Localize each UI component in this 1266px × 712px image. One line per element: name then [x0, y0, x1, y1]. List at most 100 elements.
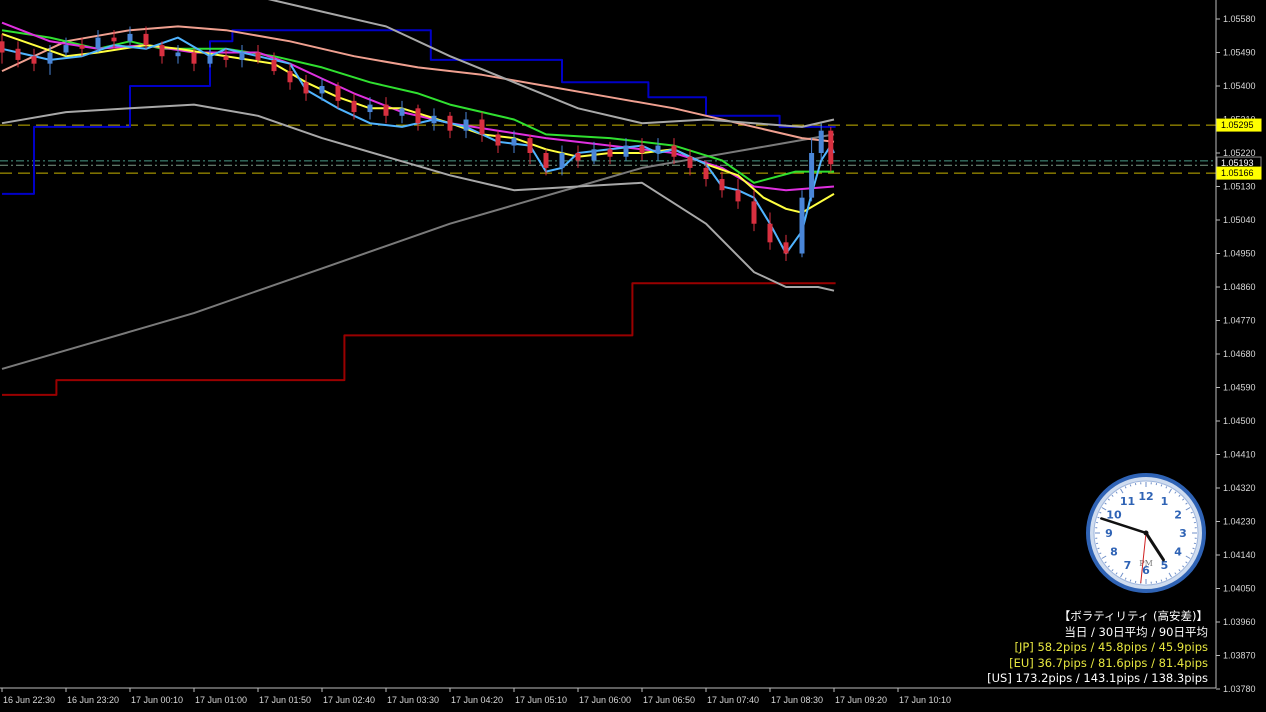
y-tick-label: 1.05400	[1223, 81, 1256, 91]
volatility-panel: 【ボラティリティ (高安差)】 当日 / 30日平均 / 90日平均 [JP] …	[987, 609, 1208, 687]
x-tick-label: 17 Jun 10:10	[899, 695, 951, 705]
clock-tick	[1160, 484, 1163, 487]
clock-number: 7	[1124, 559, 1132, 572]
candle-body	[447, 115, 453, 131]
candle-body	[479, 119, 485, 135]
x-tick-label: 17 Jun 08:30	[771, 695, 823, 705]
clock-number: 8	[1110, 546, 1118, 559]
y-tick-label: 1.05580	[1223, 14, 1256, 24]
candle-body	[367, 104, 373, 113]
candle-body	[159, 45, 165, 57]
candle-body	[543, 153, 549, 168]
candle-body	[575, 153, 581, 161]
clock-center	[1143, 530, 1149, 536]
x-tick-label: 17 Jun 06:00	[579, 695, 631, 705]
candle-body	[828, 130, 834, 165]
candle-body	[79, 45, 85, 49]
y-tick-label: 1.04680	[1223, 349, 1256, 359]
candle-body	[383, 104, 389, 116]
candle-body	[559, 153, 565, 168]
x-tick-label: 17 Jun 02:40	[323, 695, 375, 705]
clock-number: 9	[1105, 527, 1113, 540]
x-tick-label: 17 Jun 00:10	[131, 695, 183, 705]
candle-body	[639, 145, 645, 153]
price-marker-label: 1.05295	[1221, 120, 1254, 130]
volatility-row-jp: [JP] 58.2pips / 45.8pips / 45.9pips	[1014, 640, 1208, 654]
y-tick-label: 1.03780	[1223, 684, 1256, 694]
indicator-line	[2, 282, 836, 396]
x-tick-label: 17 Jun 01:00	[195, 695, 247, 705]
y-tick-label: 1.04950	[1223, 249, 1256, 259]
y-tick-label: 1.04500	[1223, 416, 1256, 426]
clock-tick	[1129, 579, 1132, 582]
indicator-line	[1, 103, 835, 292]
clock-number: 3	[1179, 527, 1187, 540]
x-tick-label: 17 Jun 09:20	[835, 695, 887, 705]
candle-body	[671, 145, 677, 157]
candle-body	[287, 71, 293, 83]
y-tick-label: 1.05040	[1223, 215, 1256, 225]
candle-body	[719, 179, 725, 191]
volatility-row-eu: [EU] 36.7pips / 81.6pips / 81.4pips	[1009, 655, 1208, 670]
x-tick-label: 16 Jun 23:20	[67, 695, 119, 705]
analog-clock: 12 1234567891011PM	[1086, 473, 1206, 593]
clock-number: 4	[1174, 546, 1182, 559]
price-marker-label: 1.05166	[1221, 168, 1254, 178]
y-tick-label: 1.03870	[1223, 651, 1256, 661]
candle-body	[799, 197, 805, 254]
clock-tick	[1129, 484, 1132, 487]
volatility-subtitle: 当日 / 30日平均 / 90日平均	[1064, 624, 1208, 639]
clock-tick	[1192, 516, 1195, 519]
x-tick-label: 17 Jun 06:50	[643, 695, 695, 705]
candle-body	[751, 201, 757, 224]
candle-body	[495, 134, 501, 146]
candle-body	[239, 52, 245, 60]
clock-tick	[1192, 547, 1195, 550]
candle-body	[271, 59, 277, 72]
x-axis-ticks: 16 Jun 22:30 16 Jun 23:20 17 Jun 00:10 17 J…	[1, 688, 951, 705]
candle-body	[319, 86, 325, 94]
x-tick-label: 16 Jun 22:30	[3, 695, 55, 705]
candle-body	[335, 86, 341, 101]
y-tick-label: 1.04050	[1223, 584, 1256, 594]
x-tick-label: 17 Jun 07:40	[707, 695, 759, 705]
candle-body	[0, 41, 5, 53]
y-tick-label: 1.04320	[1223, 483, 1256, 493]
x-tick-label: 17 Jun 05:10	[515, 695, 567, 705]
y-tick-label: 1.03960	[1223, 617, 1256, 627]
y-axis-ticks: 1.055801.054901.054001.053101.052201.051…	[1216, 14, 1256, 694]
candle-body	[143, 33, 149, 46]
clock-tick	[1160, 579, 1163, 582]
clock-ampm: PM	[1139, 559, 1153, 568]
candle-body	[623, 145, 629, 157]
y-tick-label: 1.04140	[1223, 550, 1256, 560]
candle-body	[527, 138, 533, 153]
price-marker-label: 1.05193	[1221, 158, 1254, 168]
clock-number: 12	[1138, 490, 1153, 503]
candle-body	[191, 52, 197, 64]
clock-number: 11	[1120, 495, 1135, 508]
clock-number: 5	[1161, 559, 1169, 572]
candle-body	[175, 52, 181, 57]
candle-body	[351, 100, 357, 113]
price-chart[interactable]: 1.055801.054901.054001.053101.052201.051…	[0, 0, 1266, 712]
candle-body	[655, 145, 661, 153]
candle-body	[463, 119, 469, 131]
candle-body	[735, 190, 741, 202]
volatility-row-us: [US] 173.2pips / 143.1pips / 138.3pips	[987, 671, 1208, 685]
y-tick-label: 1.04770	[1223, 316, 1256, 326]
candle-body	[399, 108, 405, 116]
candle-body	[607, 149, 613, 157]
candle-body	[783, 242, 789, 254]
candle-body	[511, 138, 517, 146]
candle-body	[703, 167, 709, 180]
candle-body	[47, 52, 53, 64]
y-tick-label: 1.04230	[1223, 517, 1256, 527]
clock-tick	[1097, 547, 1100, 550]
clock-number: 2	[1174, 509, 1182, 522]
candle-body	[207, 56, 213, 64]
candle-body	[63, 45, 69, 53]
x-tick-label: 17 Jun 04:20	[451, 695, 503, 705]
y-tick-label: 1.05220	[1223, 148, 1256, 158]
candle-body	[431, 115, 437, 124]
